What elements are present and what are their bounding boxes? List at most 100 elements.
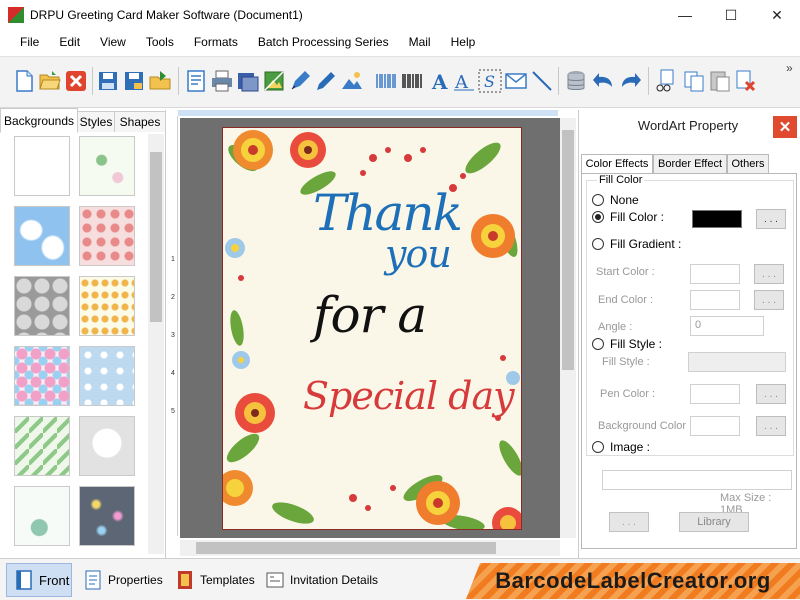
delete-icon[interactable] (734, 69, 758, 93)
save-as-icon[interactable] (122, 69, 146, 93)
fill-color-picker-button[interactable]: . . . (756, 209, 786, 229)
pen-icon-2[interactable] (314, 69, 338, 93)
greeting-card[interactable]: Thank you for a Special day (222, 127, 522, 530)
tab-border-effect[interactable]: Border Effect (653, 154, 727, 174)
thumbnail-pink-floral[interactable] (14, 346, 70, 406)
thumbnail-kids-pattern[interactable] (79, 136, 135, 196)
database-icon[interactable] (564, 69, 588, 93)
barcode-icon[interactable] (400, 69, 424, 93)
canvas-horizontal-scroll-thumb[interactable] (196, 542, 496, 554)
end-color-button[interactable]: . . . (754, 290, 784, 310)
card-text-special-day[interactable]: Special day (303, 374, 515, 418)
copy-icon[interactable] (682, 69, 706, 93)
thumbnail-sky-clouds[interactable] (14, 206, 70, 266)
menu-formats[interactable]: Formats (184, 35, 248, 49)
properties-icon[interactable] (184, 69, 208, 93)
menu-file[interactable]: File (10, 35, 49, 49)
open-icon[interactable] (38, 69, 62, 93)
menu-view[interactable]: View (90, 35, 136, 49)
print-icon[interactable] (210, 69, 234, 93)
undo-icon[interactable] (592, 69, 616, 93)
menu-edit[interactable]: Edit (49, 35, 90, 49)
close-doc-icon[interactable] (64, 69, 88, 93)
menu-mail[interactable]: Mail (399, 35, 441, 49)
card-text-you[interactable]: you (385, 232, 452, 276)
pen-color-box[interactable] (690, 384, 740, 404)
radio-none[interactable] (592, 194, 604, 206)
start-color-box[interactable] (690, 264, 740, 284)
thumbnail-grey-hearts[interactable] (14, 276, 70, 336)
thumbnail-flower-border[interactable] (79, 276, 135, 336)
pen-icon[interactable] (288, 69, 312, 93)
canvas-horizontal-scrollbar[interactable] (180, 540, 560, 556)
templates-tab[interactable]: Templates (176, 563, 255, 597)
thumbnail-doodle[interactable] (14, 136, 70, 196)
library-button[interactable]: Library (679, 512, 749, 532)
pen-color-button[interactable]: . . . (756, 384, 786, 404)
minimize-button[interactable]: — (662, 0, 708, 30)
print-preview-icon[interactable] (236, 69, 260, 93)
save-icon[interactable] (96, 69, 120, 93)
wordart-icon[interactable]: A (452, 69, 476, 93)
signature-icon[interactable]: S (478, 69, 502, 93)
label-image: Image : (610, 440, 651, 454)
image-browse-button[interactable]: . . . (609, 512, 649, 532)
canvas-vertical-scrollbar[interactable] (560, 118, 576, 538)
fill-color-swatch[interactable] (692, 210, 742, 228)
fill-style-dropdown[interactable] (688, 352, 786, 372)
paste-icon[interactable] (708, 69, 732, 93)
export-icon[interactable] (148, 69, 172, 93)
card-text-for-a[interactable]: for a (313, 286, 427, 344)
thumbnail-strawberries[interactable] (79, 206, 135, 266)
tab-shapes[interactable]: Shapes (114, 111, 166, 132)
text-icon[interactable]: A (428, 69, 452, 94)
tab-backgrounds[interactable]: Backgrounds (0, 108, 78, 133)
thumbnail-white-heart[interactable] (79, 416, 135, 476)
maximize-button[interactable]: ☐ (708, 0, 754, 30)
label-start-color: Start Color : (596, 266, 655, 278)
vertical-ruler: 1 2 3 4 5 (168, 116, 178, 536)
radio-fill-color[interactable] (592, 211, 604, 223)
thumbnail-green-trees[interactable] (14, 416, 70, 476)
brand-banner: BarcodeLabelCreator.org (466, 563, 800, 599)
ruler-label: 3 (171, 332, 175, 339)
thumbnail-hearts-ornament[interactable] (14, 486, 70, 546)
close-window-button[interactable]: ✕ (754, 0, 800, 30)
thumbnail-blue-snowflakes[interactable] (79, 346, 135, 406)
menu-batch-processing-series[interactable]: Batch Processing Series (248, 35, 399, 49)
new-icon[interactable] (12, 69, 36, 93)
background-color-button[interactable]: . . . (756, 416, 786, 436)
envelope-icon[interactable] (504, 69, 528, 93)
angle-spinner[interactable]: 0 (690, 316, 764, 336)
close-panel-button[interactable]: ✕ (773, 116, 797, 138)
label-fill-gradient: Fill Gradient : (610, 237, 682, 251)
image-path-input[interactable] (602, 470, 792, 490)
left-panel-scroll-thumb[interactable] (150, 152, 162, 322)
tab-others[interactable]: Others (727, 154, 769, 174)
image-icon[interactable] (262, 69, 286, 93)
canvas-vertical-scroll-thumb[interactable] (562, 130, 574, 370)
wordart-tabs: Color Effects Border Effect Others (581, 154, 797, 174)
menu-help[interactable]: Help (441, 35, 486, 49)
invitation-details-tab[interactable]: Invitation Details (266, 563, 378, 597)
radio-fill-gradient[interactable] (592, 238, 604, 250)
radio-fill-style[interactable] (592, 338, 604, 350)
thumbnail-sparkles[interactable] (79, 486, 135, 546)
front-tab[interactable]: Front (6, 563, 72, 597)
bottom-bar: Front Properties Templates Invitation De… (0, 558, 800, 600)
left-panel-scrollbar[interactable] (148, 134, 164, 554)
tab-color-effects[interactable]: Color Effects (581, 154, 653, 174)
line-icon[interactable] (530, 69, 554, 93)
linear-barcode-icon[interactable] (374, 69, 398, 93)
background-color-box[interactable] (690, 416, 740, 436)
shape-tool-icon[interactable] (340, 69, 364, 93)
cut-icon[interactable] (654, 69, 678, 93)
redo-icon[interactable] (618, 69, 642, 93)
radio-image[interactable] (592, 441, 604, 453)
start-color-button[interactable]: . . . (754, 264, 784, 284)
menu-tools[interactable]: Tools (136, 35, 184, 49)
toolbar-overflow-button[interactable]: » (786, 61, 793, 75)
tab-styles[interactable]: Styles (77, 111, 115, 132)
end-color-box[interactable] (690, 290, 740, 310)
properties-tab[interactable]: Properties (84, 563, 163, 597)
